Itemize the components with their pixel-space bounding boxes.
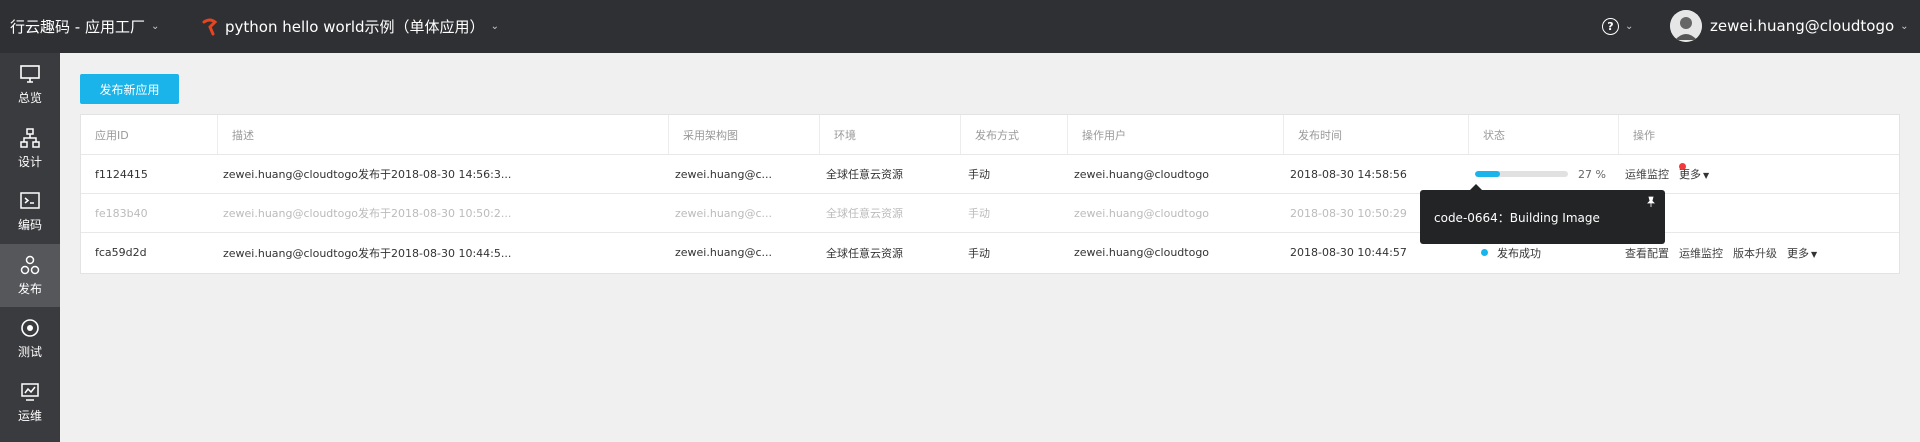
row-actions: 运维监控 更多 ▼: [1625, 155, 1709, 193]
sidebar-item-label: 编码: [17, 218, 42, 233]
column-header[interactable]: 环境: [820, 115, 961, 154]
caret-down-icon: ▼: [1703, 171, 1710, 180]
sidebar-item-label: 总览: [17, 91, 42, 106]
more-label: 更多: [1787, 246, 1809, 260]
sidebar-item-label: 运维: [17, 408, 42, 423]
sidebar: 总览 设计 编码 发布 测试 运维: [0, 53, 60, 442]
ops-monitor-link[interactable]: 运维监控: [1625, 166, 1669, 182]
brand-menu[interactable]: 行云趣码 - 应用工厂 ⌄: [10, 0, 159, 53]
help-menu[interactable]: ? ⌄: [1602, 14, 1633, 38]
publish-method: 手动: [968, 207, 990, 220]
operator-user: zewei.huang@cloudtogo: [1074, 246, 1210, 259]
target-icon: [21, 319, 39, 338]
project-logo-icon: [202, 18, 218, 35]
architecture[interactable]: zewei.huang@c...: [675, 233, 772, 272]
alert-dot: [1679, 163, 1686, 170]
chevron-down-icon: ⌄: [490, 21, 499, 32]
diagram-icon: [20, 128, 40, 148]
version-upgrade-link[interactable]: 版本升级: [1733, 245, 1777, 261]
publish-method: 手动: [968, 246, 990, 260]
status-badge: 发布成功: [1497, 246, 1541, 260]
publish-new-app-button[interactable]: 发布新应用: [80, 74, 179, 104]
progress-text: 27 %: [1578, 167, 1606, 181]
status-progress: 27 %: [1475, 155, 1606, 193]
more-dropdown[interactable]: 更多 ▼: [1787, 245, 1817, 261]
column-header[interactable]: 描述: [218, 115, 669, 154]
table-row[interactable]: f1124415 zewei.huang@cloudtogo发布于2018-08…: [81, 155, 1899, 194]
publish-time: 2018-08-30 14:58:56: [1290, 167, 1407, 181]
column-header[interactable]: 状态: [1469, 115, 1619, 154]
project-selector[interactable]: python hello world示例（单体应用） ⌄: [201, 0, 499, 53]
environment: 全球任意云资源: [826, 246, 903, 260]
description: zewei.huang@cloudtogo发布于2018-08-30 10:50…: [223, 207, 512, 220]
brand-title: 行云趣码 - 应用工厂: [10, 18, 145, 36]
help-icon: ?: [1602, 17, 1619, 35]
column-header[interactable]: 操作用户: [1068, 115, 1284, 154]
ops-icon: [21, 383, 39, 401]
sidebar-item-publish[interactable]: 发布: [0, 243, 60, 307]
app-id: fca59d2d: [95, 246, 147, 259]
chevron-down-icon: ⌄: [1900, 20, 1909, 32]
avatar: [1670, 10, 1702, 42]
project-name: python hello world示例（单体应用）: [225, 18, 485, 36]
monitor-icon: [20, 65, 40, 84]
progress-tooltip: code-0664：Building Image: [1420, 184, 1665, 244]
sidebar-item-test[interactable]: 测试: [0, 307, 60, 371]
progress-bar: [1475, 171, 1568, 177]
column-header[interactable]: 发布方式: [961, 115, 1068, 154]
table-header: 应用ID 描述 采用架构图 环境 发布方式 操作用户 发布时间 状态 操作: [81, 115, 1899, 155]
column-header[interactable]: 应用ID: [81, 115, 218, 154]
view-config-link[interactable]: 查看配置: [1625, 245, 1669, 261]
publish-time: 2018-08-30 10:44:57: [1290, 246, 1407, 259]
status-dot: [1481, 249, 1488, 256]
publish-icon: [20, 255, 40, 274]
code-icon: [20, 192, 40, 209]
sidebar-item-label: 设计: [17, 154, 42, 169]
ops-monitor-link[interactable]: 运维监控: [1679, 245, 1723, 261]
tooltip-text: code-0664：Building Image: [1434, 210, 1600, 225]
sidebar-item-ops[interactable]: 运维: [0, 371, 60, 435]
architecture[interactable]: zewei.huang@c...: [675, 155, 772, 193]
main-content: 发布新应用 应用ID 描述 采用架构图 环境 发布方式 操作用户 发布时间 状态…: [60, 53, 1920, 442]
architecture[interactable]: zewei.huang@c...: [675, 194, 772, 232]
progress-fill: [1475, 171, 1501, 177]
column-header[interactable]: 采用架构图: [669, 115, 820, 154]
sidebar-item-label: 发布: [17, 281, 42, 296]
pin-icon[interactable]: [1645, 196, 1657, 208]
publish-time: 2018-08-30 10:50:29: [1290, 206, 1407, 220]
username: zewei.huang@cloudtogo: [1710, 17, 1895, 35]
description: zewei.huang@cloudtogo发布于2018-08-30 10:44…: [223, 246, 512, 260]
environment: 全球任意云资源: [826, 207, 903, 220]
top-bar: 行云趣码 - 应用工厂 ⌄ python hello world示例（单体应用）…: [0, 0, 1920, 53]
description: zewei.huang@cloudtogo发布于2018-08-30 14:56…: [223, 168, 512, 181]
operator-user: zewei.huang@cloudtogo: [1074, 167, 1210, 181]
sidebar-item-code[interactable]: 编码: [0, 180, 60, 244]
app-id: f1124415: [95, 167, 148, 181]
publish-method: 手动: [968, 168, 990, 181]
column-header[interactable]: 操作: [1619, 115, 1901, 154]
chevron-down-icon: ⌄: [1625, 20, 1634, 32]
sidebar-item-overview[interactable]: 总览: [0, 53, 60, 117]
chevron-down-icon: ⌄: [150, 21, 160, 32]
app-id: fe183b40: [95, 206, 148, 220]
user-menu[interactable]: zewei.huang@cloudtogo ⌄: [1670, 8, 1909, 44]
caret-down-icon: ▼: [1811, 249, 1818, 259]
column-header[interactable]: 发布时间: [1284, 115, 1469, 154]
sidebar-item-design[interactable]: 设计: [0, 117, 60, 181]
sidebar-item-label: 测试: [17, 345, 42, 360]
operator-user: zewei.huang@cloudtogo: [1074, 206, 1210, 220]
environment: 全球任意云资源: [826, 168, 903, 181]
